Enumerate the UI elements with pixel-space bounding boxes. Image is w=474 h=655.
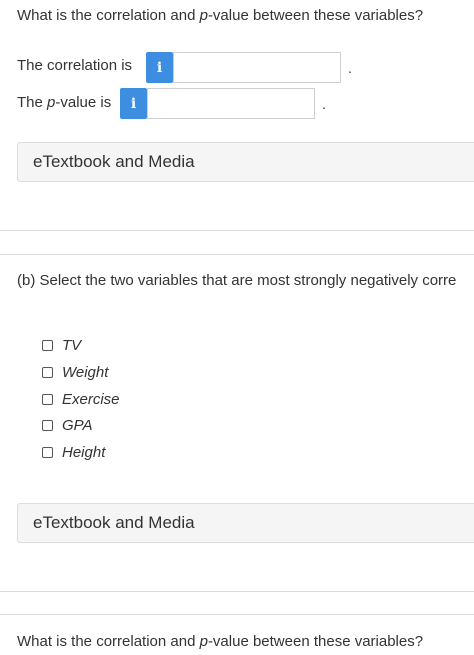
question-text-italic: p <box>199 633 208 650</box>
checkbox[interactable] <box>42 367 53 378</box>
option-label: Weight <box>62 364 109 381</box>
question-text-part: -value between these variables? <box>207 7 424 24</box>
pvalue-info-button[interactable]: i <box>120 88 147 119</box>
section-divider <box>0 591 474 592</box>
option-tv[interactable]: TV <box>42 337 81 354</box>
section-divider <box>0 230 474 231</box>
pvalue-label: The p-value is <box>17 94 111 111</box>
part-b-question: (b) Select the two variables that are mo… <box>17 272 457 289</box>
question-text: What is the correlation and p-value betw… <box>17 7 423 24</box>
pvalue-period: . <box>322 96 326 112</box>
checkbox[interactable] <box>42 394 53 405</box>
option-weight[interactable]: Weight <box>42 364 108 381</box>
pvalue-label-part: The <box>17 94 48 111</box>
checkbox[interactable] <box>42 340 53 351</box>
correlation-input[interactable] <box>173 52 341 83</box>
option-gpa[interactable]: GPA <box>42 417 93 434</box>
option-label: GPA <box>62 417 93 434</box>
question-text-part: What is the correlation and <box>17 633 200 650</box>
etextbook-media-label: eTextbook and Media <box>33 152 195 171</box>
checkbox[interactable] <box>42 447 53 458</box>
question-text: What is the correlation and p-value betw… <box>17 633 423 650</box>
section-divider <box>0 254 474 255</box>
option-exercise[interactable]: Exercise <box>42 391 120 408</box>
info-icon: i <box>130 95 137 112</box>
option-label: Exercise <box>62 391 120 408</box>
correlation-info-button[interactable]: i <box>146 52 173 83</box>
option-height[interactable]: Height <box>42 444 105 461</box>
question-text-part: -value between these variables? <box>207 633 424 650</box>
pvalue-label-part: -value is <box>55 94 112 111</box>
pvalue-input[interactable] <box>147 88 315 119</box>
section-divider <box>0 614 474 615</box>
etextbook-media-button[interactable]: eTextbook and Media <box>17 142 474 182</box>
question-text-part: What is the correlation and <box>17 7 200 24</box>
etextbook-media-button[interactable]: eTextbook and Media <box>17 503 474 543</box>
etextbook-media-label: eTextbook and Media <box>33 513 195 532</box>
question-text-italic: p <box>199 7 208 24</box>
checkbox[interactable] <box>42 420 53 431</box>
option-label: TV <box>62 337 82 354</box>
option-label: Height <box>62 444 106 461</box>
correlation-label: The correlation is <box>17 57 133 74</box>
correlation-period: . <box>348 60 352 76</box>
info-icon: i <box>156 59 163 76</box>
